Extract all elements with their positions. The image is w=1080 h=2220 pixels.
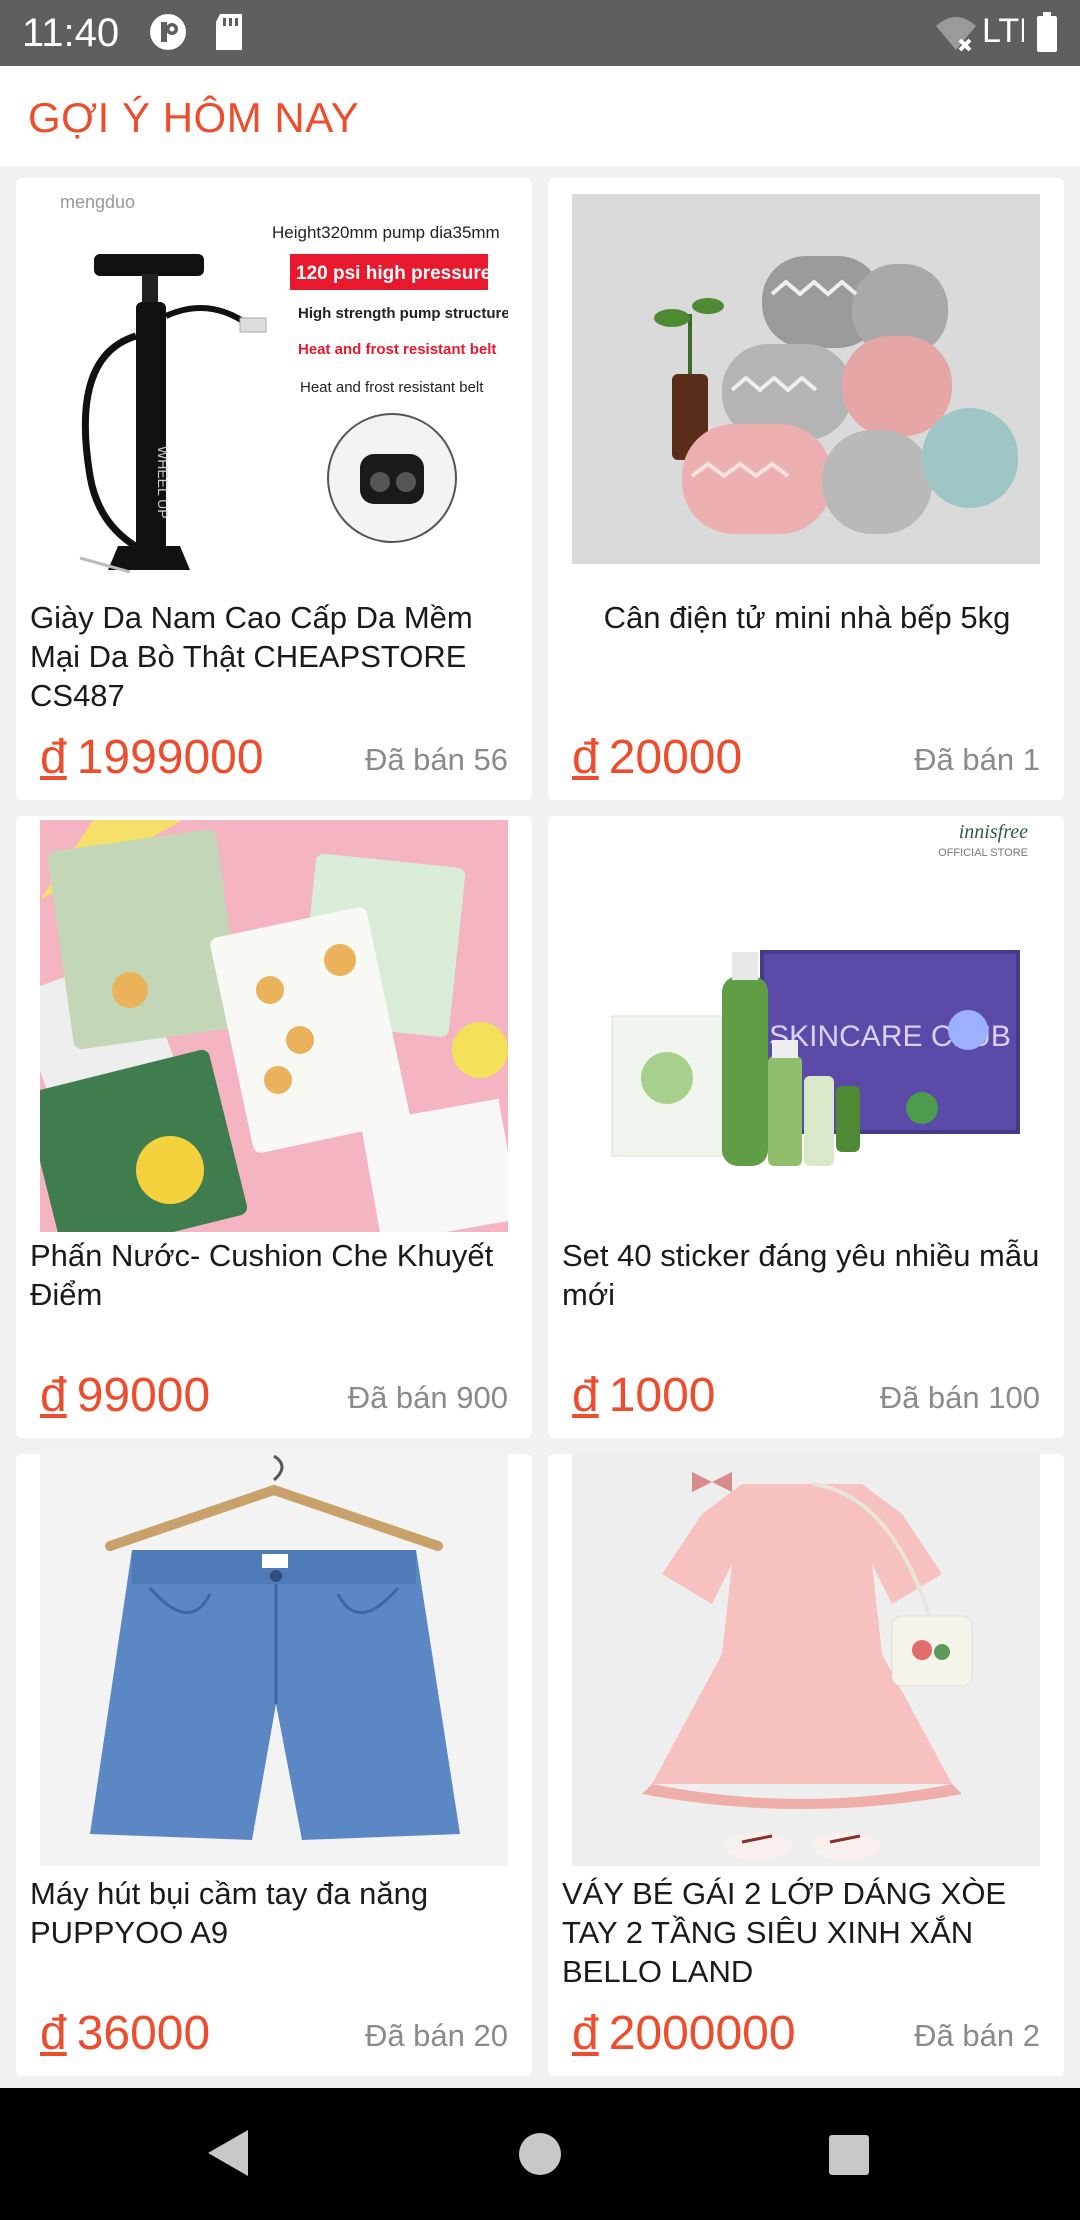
currency-symbol: đ	[572, 1369, 599, 1422]
sold-count: Đã bán 20	[364, 2018, 508, 2053]
product-image: innisfree OFFICIAL STORE SKINCARE CLUB	[572, 816, 1040, 1228]
home-button[interactable]	[518, 2132, 562, 2181]
product-title: Giày Da Nam Cao Cấp Da Mềm Mại Da Bò Thậ…	[30, 600, 473, 713]
status-bar: 11:40 LTE	[0, 0, 1080, 66]
price-value: 20000	[608, 731, 743, 784]
product-card[interactable]: mengduo Height320mm pump dia35mm 120 psi…	[16, 178, 532, 800]
currency-symbol: đ	[40, 731, 67, 784]
product-image	[40, 820, 508, 1232]
image-spec: Height320mm pump dia35mm	[272, 223, 500, 242]
currency-symbol: đ	[572, 2007, 599, 2060]
image-line2: Heat and frost resistant belt	[298, 341, 496, 358]
sold-count: Đã bán 1	[914, 742, 1040, 777]
product-price: đ 2000000	[572, 2006, 796, 2061]
product-title: Máy hút bụi cầm tay đa năng PUPPYOO A9	[30, 1876, 429, 1950]
product-card[interactable]: Máy hút bụi cầm tay đa năng PUPPYOO A9 đ…	[16, 1454, 532, 2076]
product-title: Cân điện tử mini nhà bếp 5kg	[603, 600, 1011, 635]
image-brand: innisfree	[959, 821, 1028, 843]
product-image	[572, 1454, 1040, 1866]
app-notification-icon	[148, 12, 188, 57]
currency-symbol: đ	[40, 1369, 67, 1422]
price-value: 36000	[76, 2007, 211, 2060]
wifi-off-icon	[934, 14, 978, 57]
product-image	[40, 1454, 508, 1866]
price-value: 99000	[76, 1369, 211, 1422]
image-line3: Heat and frost resistant belt	[300, 379, 484, 396]
product-card[interactable]: innisfree OFFICIAL STORE SKINCARE CLUB S…	[548, 816, 1064, 1438]
product-grid: mengduo Height320mm pump dia35mm 120 psi…	[0, 166, 1080, 2088]
product-title: Phấn Nước- Cushion Che Khuyết Điểm	[30, 1238, 494, 1312]
product-card[interactable]: VÁY BÉ GÁI 2 LỚP DÁNG XÒE TAY 2 TẦNG SIÊ…	[548, 1454, 1064, 2076]
price-value: 1000	[608, 1369, 716, 1422]
sold-count: Đã bán 900	[347, 1380, 508, 1415]
status-time: 11:40	[22, 11, 120, 55]
product-price: đ 99000	[40, 1368, 210, 1423]
product-image: mengduo Height320mm pump dia35mm 120 psi…	[40, 186, 508, 588]
sd-card-icon	[212, 12, 246, 57]
product-price: đ 36000	[40, 2006, 210, 2061]
product-card[interactable]: Cân điện tử mini nhà bếp 5kg đ 20000 Đã b…	[548, 178, 1064, 800]
battery-icon	[1036, 12, 1058, 57]
product-price: đ 20000	[572, 730, 742, 785]
image-brand: mengduo	[60, 192, 135, 212]
image-store: OFFICIAL STORE	[938, 847, 1028, 859]
svg-text:WHEEL UP: WHEEL UP	[155, 446, 171, 519]
product-title: Set 40 sticker đáng yêu nhiều mẫu mới	[562, 1238, 1040, 1312]
image-badge: 120 psi high pressure	[296, 263, 491, 284]
section-header: GỢI Ý HÔM NAY	[0, 66, 1080, 166]
product-price: đ 1999000	[40, 730, 264, 785]
currency-symbol: đ	[572, 731, 599, 784]
price-value: 1999000	[76, 731, 264, 784]
recents-button[interactable]	[828, 2134, 870, 2181]
network-type: LTE	[982, 12, 1024, 50]
product-image	[572, 194, 1040, 564]
currency-symbol: đ	[40, 2007, 67, 2060]
image-line1: High strength pump structure	[298, 305, 508, 322]
back-button[interactable]	[206, 2128, 250, 2183]
sold-count: Đã bán 56	[364, 742, 508, 777]
product-price: đ 1000	[572, 1368, 715, 1423]
sold-count: Đã bán 100	[879, 1380, 1040, 1415]
section-title: GỢI Ý HÔM NAY	[28, 94, 360, 141]
price-value: 2000000	[608, 2007, 796, 2060]
system-nav-bar	[0, 2088, 1080, 2220]
product-title: VÁY BÉ GÁI 2 LỚP DÁNG XÒE TAY 2 TẦNG SIÊ…	[562, 1876, 1007, 1989]
sold-count: Đã bán 2	[914, 2018, 1040, 2053]
product-card[interactable]: Phấn Nước- Cushion Che Khuyết Điểm đ 9900…	[16, 816, 532, 1438]
